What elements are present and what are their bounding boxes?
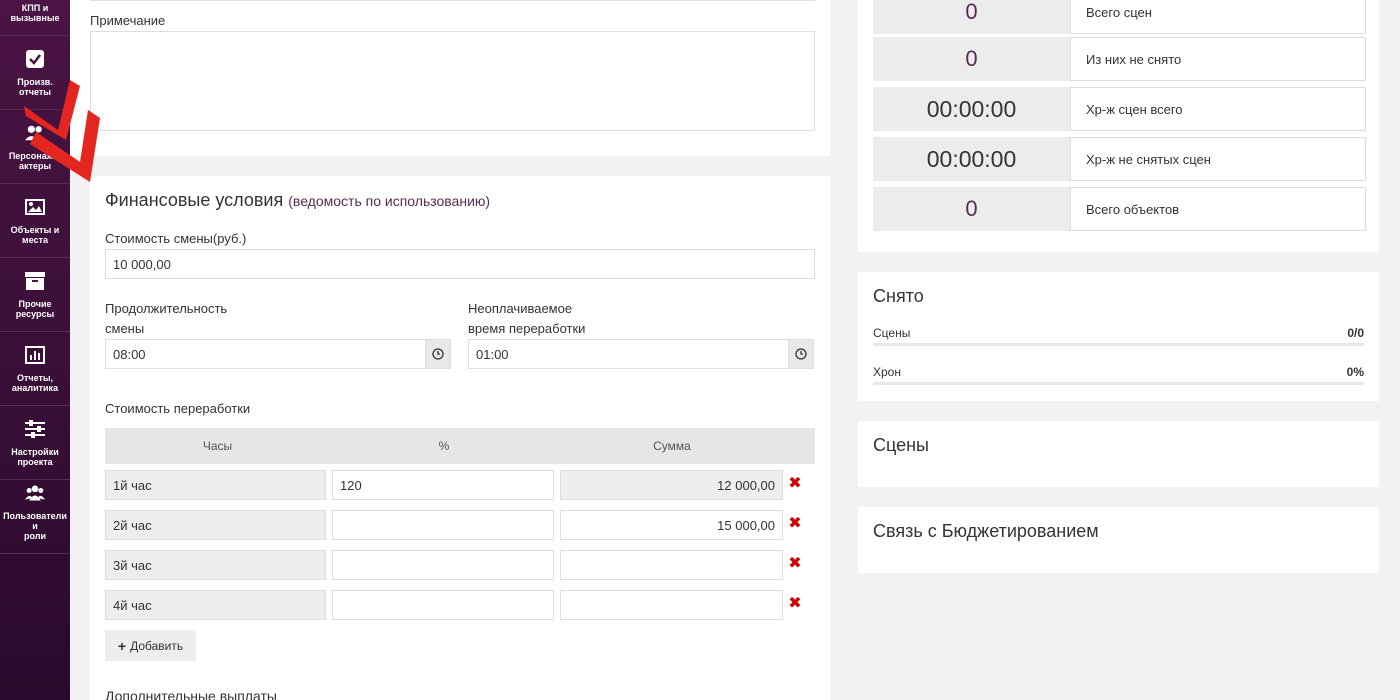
stat-row: 0 Из них не снято (873, 37, 1366, 81)
add-row-label: Добавить (130, 638, 184, 653)
hour-cell: 2й час (105, 510, 326, 540)
sidebar-item-other-resources[interactable]: Прочие ресурсы (0, 258, 70, 332)
group-icon (25, 483, 45, 503)
sum-input[interactable]: 15 000,00 (560, 510, 783, 540)
duration-label-line2: смены (105, 321, 145, 336)
unpaid-time-input[interactable]: 01:00 (468, 339, 789, 369)
column-header-hours: Часы (202, 439, 233, 453)
image-icon (25, 197, 45, 217)
usage-sheet-link[interactable]: (ведомость по использованию) (288, 193, 490, 209)
stat-row: 00:00:00 Хр-ж сцен всего (873, 87, 1366, 131)
red-arrow-icon (24, 80, 100, 182)
stat-row: 0 Всего объектов (873, 187, 1366, 231)
finance-title: Финансовые условия (ведомость по использ… (105, 190, 490, 211)
unpaid-label-line1: Неоплачиваемое (468, 301, 573, 316)
overtime-table-header: Часы % Сумма (105, 428, 815, 464)
delete-row-icon[interactable]: ✖ (788, 596, 802, 612)
stat-value: 0 (873, 0, 1070, 34)
clock-icon[interactable] (425, 339, 451, 369)
overtime-cost-label: Стоимость переработки (105, 401, 251, 416)
percent-input[interactable] (332, 510, 554, 540)
duration-input[interactable]: 08:00 (105, 339, 426, 369)
stat-row: 00:00:00 Хр-ж не снятых сцен (873, 137, 1366, 181)
column-header-percent: % (438, 439, 450, 453)
sidebar-item-label: Отчеты, аналитика (11, 373, 59, 393)
stat-label: Всего объектов (1070, 187, 1366, 231)
clock-icon[interactable] (788, 339, 814, 369)
percent-input[interactable] (332, 550, 554, 580)
shot-title: Снято (873, 286, 924, 306)
unpaid-label-line2: время переработки (468, 321, 586, 336)
scenes-panel-title: Сцены (873, 435, 929, 455)
stat-row: 0 Всего сцен (873, 0, 1366, 34)
note-textarea[interactable] (90, 31, 815, 131)
chron-progress-value: 0% (1346, 365, 1364, 379)
sum-input[interactable]: 12 000,00 (560, 470, 783, 500)
hour-cell: 4й час (105, 590, 326, 620)
bar-chart-icon (25, 345, 45, 365)
stat-value: 0 (873, 187, 1070, 231)
scenes-panel (858, 421, 1379, 487)
shift-cost-input[interactable]: 10 000,00 (105, 249, 815, 279)
delete-row-icon[interactable]: ✖ (788, 516, 802, 532)
scenes-progress-bar (873, 343, 1364, 346)
finance-title-text: Финансовые условия (105, 190, 284, 210)
shift-cost-label: Стоимость смены(руб.) (105, 231, 247, 246)
sidebar-item-analytics[interactable]: Отчеты, аналитика (0, 332, 70, 406)
chron-progress-label: Хрон (873, 365, 901, 379)
sidebar-item-label: Прочие ресурсы (15, 299, 55, 319)
extra-payments-label: Дополнительные выплаты (105, 688, 277, 700)
stat-value: 0 (873, 37, 1070, 81)
sidebar-item-objects[interactable]: Объекты и места (0, 184, 70, 258)
sum-input[interactable] (560, 590, 783, 620)
note-label: Примечание (90, 13, 166, 28)
plus-icon: + (117, 637, 127, 654)
stat-label: Из них не снято (1070, 37, 1366, 81)
sidebar-item-label: КПП и вызывные (10, 3, 60, 23)
duration-label-line1: Продолжительность (105, 301, 228, 316)
budget-panel-title: Связь с Бюджетированием (873, 521, 1099, 541)
percent-input[interactable]: 120 (332, 470, 554, 500)
stat-label: Хр-ж сцен всего (1070, 87, 1366, 131)
hour-cell: 3й час (105, 550, 326, 580)
hour-cell: 1й час (105, 470, 326, 500)
sidebar-item-label: Объекты и места (10, 225, 60, 245)
check-square-icon (25, 49, 45, 69)
percent-input[interactable] (332, 590, 554, 620)
sidebar-item-checkpoints[interactable]: КПП и вызывные (0, 0, 70, 36)
add-row-button[interactable]: + Добавить (105, 630, 196, 661)
sidebar-item-project-settings[interactable]: Настройки проекта (0, 406, 70, 480)
stat-value: 00:00:00 (873, 87, 1070, 131)
delete-row-icon[interactable]: ✖ (788, 556, 802, 572)
sidebar-item-label: Настройки проекта (11, 447, 59, 467)
divider (90, 0, 815, 1)
stat-value: 00:00:00 (873, 137, 1070, 181)
chron-progress-bar (873, 382, 1364, 385)
stat-label: Хр-ж не снятых сцен (1070, 137, 1366, 181)
scenes-progress-value: 0/0 (1347, 326, 1364, 340)
scenes-progress-label: Сцены (873, 326, 911, 340)
delete-row-icon[interactable]: ✖ (788, 476, 802, 492)
sidebar-item-label: Пользователи и роли (3, 511, 67, 541)
stat-label: Всего сцен (1070, 0, 1366, 34)
sidebar-item-users-roles[interactable]: Пользователи и роли (0, 480, 70, 554)
archive-icon (25, 271, 45, 291)
column-header-sum: Сумма (653, 439, 691, 453)
sliders-icon (25, 419, 45, 439)
sum-input[interactable] (560, 550, 783, 580)
